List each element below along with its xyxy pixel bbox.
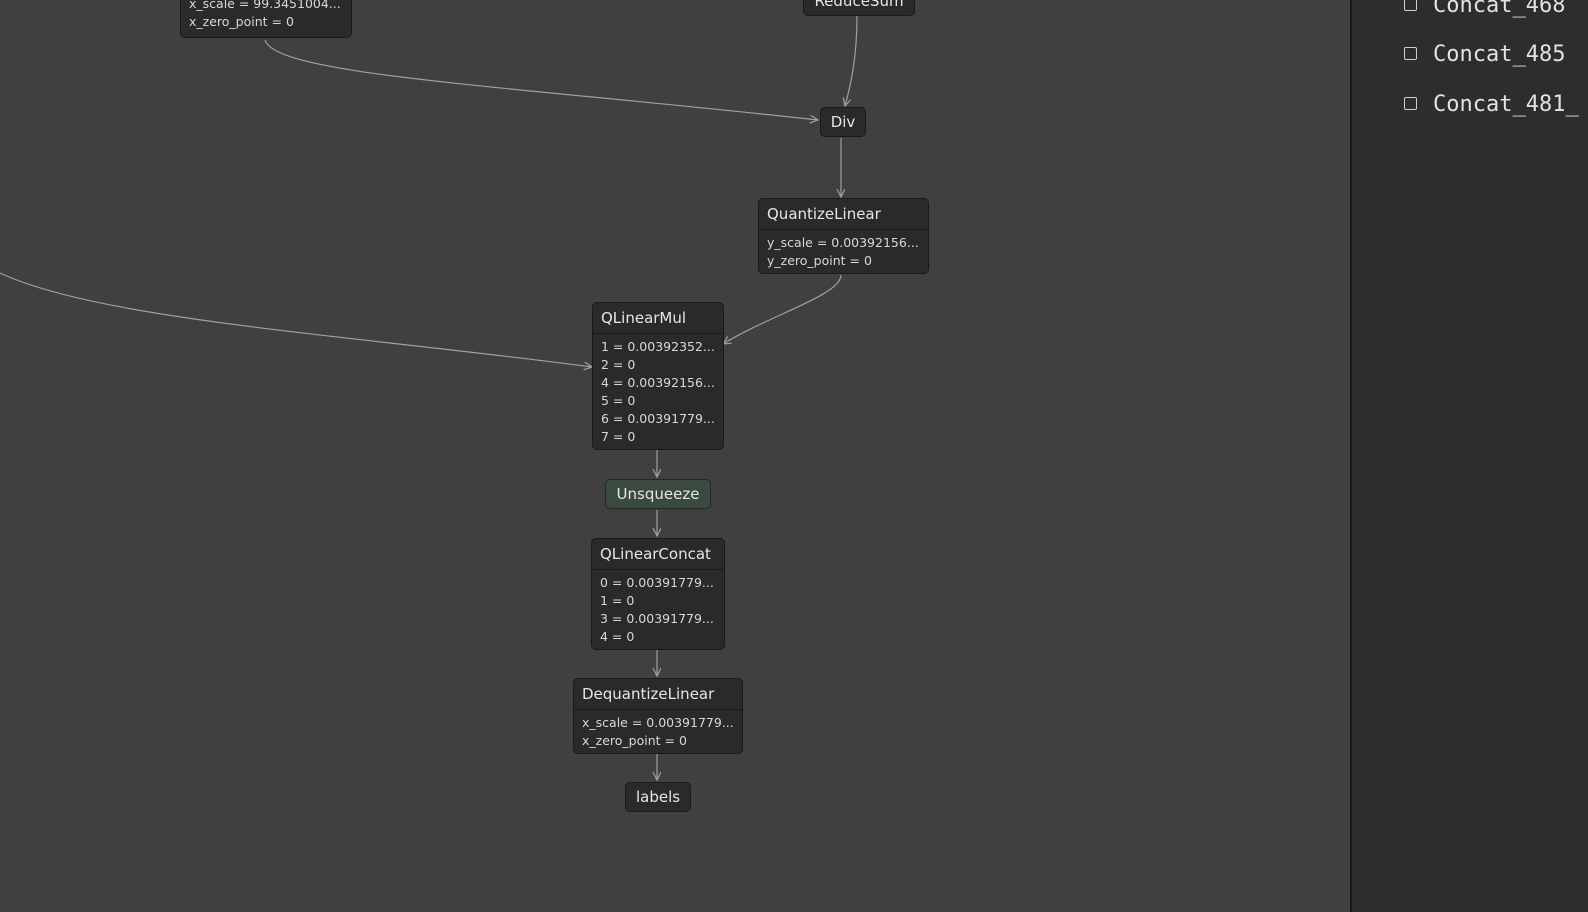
node-label: Div (830, 113, 856, 131)
checkbox-icon[interactable] (1404, 96, 1417, 110)
node-label: labels (635, 788, 681, 806)
node-attr: 6 = 0.00391779... (601, 411, 715, 426)
graph-node-qlinearmul[interactable]: QLinearMul 1 = 0.00392352... 2 = 0 4 = 0… (592, 302, 724, 450)
sidebar-item-label: Concat_481_ (1433, 92, 1579, 117)
graph-node-dequantizelinear[interactable]: DequantizeLinear x_scale = 0.00391779...… (573, 678, 743, 754)
node-attr: 7 = 0 (601, 429, 636, 444)
edge-reducesum-to-div (845, 14, 858, 106)
node-label: ReduceSum (814, 0, 904, 10)
node-attr: y_scale = 0.00392156... (767, 235, 919, 250)
sidebar-item-label: Concat_468 (1433, 0, 1566, 18)
node-label: Unsqueeze (616, 485, 700, 503)
sidebar-panel: Concat_468 Concat_485 Concat_481_ (1350, 0, 1588, 912)
node-attr: 0 = 0.00391779... (600, 575, 714, 590)
node-title: QLinearMul (593, 303, 723, 334)
graph-canvas[interactable]: x_scale = 99.3451004... x_zero_point = 0… (0, 0, 1350, 912)
sidebar-item-concat-481[interactable]: Concat_481_ (1404, 90, 1579, 120)
graph-edges (0, 14, 858, 912)
node-attr: x_zero_point = 0 (189, 14, 294, 29)
node-attr: 2 = 0 (601, 357, 636, 372)
node-attr: x_scale = 99.3451004... (189, 0, 341, 11)
node-attr: 1 = 0 (600, 593, 635, 608)
checkbox-icon[interactable] (1404, 46, 1417, 60)
node-title: QLinearConcat (592, 539, 724, 570)
edge-quantize-to-qlinearmul (723, 274, 842, 344)
node-attr: 4 = 0 (600, 629, 635, 644)
graph-node-top-dequantize[interactable]: x_scale = 99.3451004... x_zero_point = 0 (180, 0, 352, 38)
node-attr: y_zero_point = 0 (767, 253, 872, 268)
graph-node-labels-output[interactable]: labels (625, 782, 691, 812)
node-attr: 1 = 0.00392352... (601, 339, 715, 354)
graph-node-quantizelinear[interactable]: QuantizeLinear y_scale = 0.00392156... y… (758, 198, 929, 274)
node-attr: x_zero_point = 0 (582, 733, 687, 748)
graph-node-unsqueeze[interactable]: Unsqueeze (605, 479, 711, 509)
node-attr: 3 = 0.00391779... (600, 611, 714, 626)
edge-left-to-qlinearmul (0, 272, 592, 367)
node-title: QuantizeLinear (759, 199, 928, 230)
edge-top-to-div (264, 39, 818, 120)
sidebar-item-concat-468[interactable]: Concat_468 (1404, 0, 1565, 21)
node-title: DequantizeLinear (574, 679, 742, 710)
graph-node-reducesum[interactable]: ReduceSum (803, 0, 915, 16)
node-attr: x_scale = 0.00391779... (582, 715, 734, 730)
sidebar-item-concat-485[interactable]: Concat_485 (1404, 40, 1565, 70)
node-attr: 5 = 0 (601, 393, 636, 408)
node-attr: 4 = 0.00392156... (601, 375, 715, 390)
sidebar-item-label: Concat_485 (1433, 42, 1566, 67)
graph-node-div[interactable]: Div (820, 107, 866, 137)
graph-node-qlinearconcat[interactable]: QLinearConcat 0 = 0.00391779... 1 = 0 3 … (591, 538, 725, 650)
checkbox-icon[interactable] (1404, 0, 1417, 11)
